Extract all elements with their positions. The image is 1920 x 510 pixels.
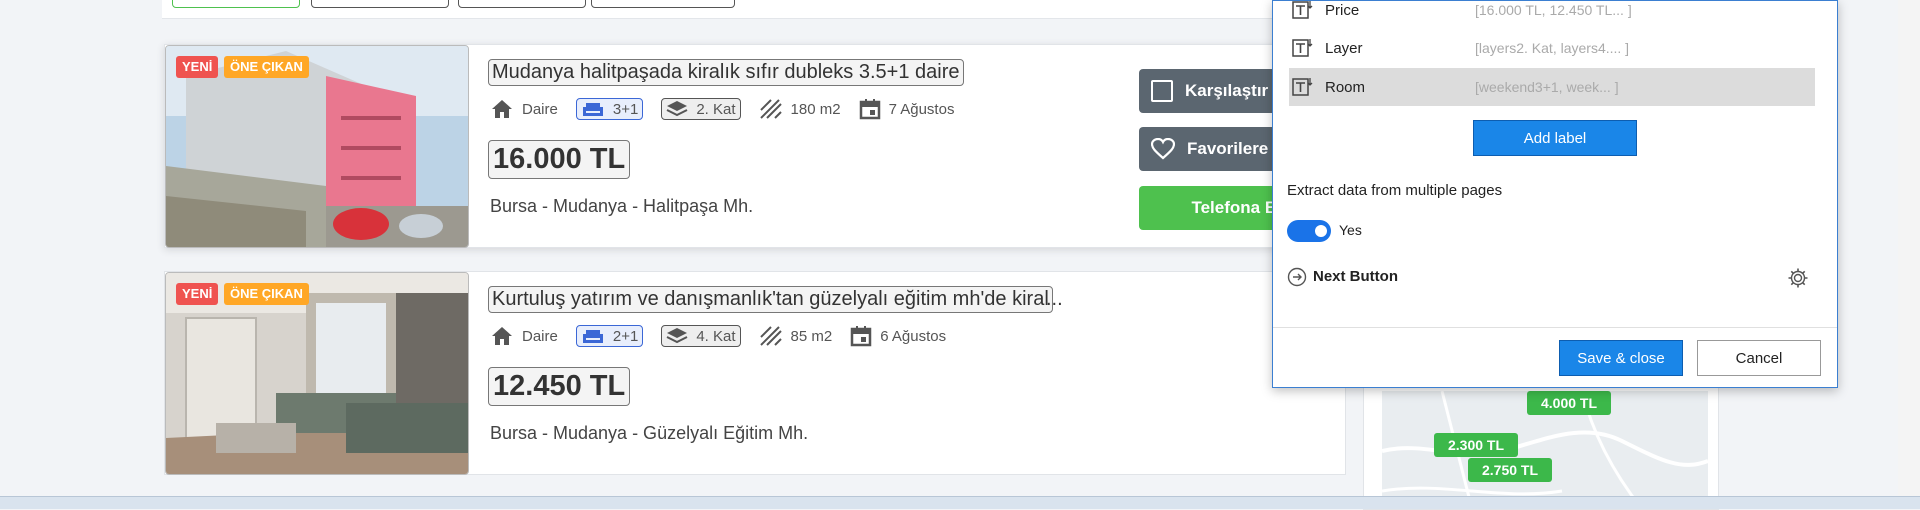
add-label-button[interactable]: Add label (1473, 120, 1637, 156)
map-panel[interactable]: 4.000 TL 2.300 TL 2.750 TL (1363, 385, 1719, 510)
filter-chip[interactable] (311, 0, 449, 8)
label-row-layer[interactable]: Layer [layers2. Kat, layers4.... ] (1289, 29, 1815, 67)
floor-chip: 2. Kat (661, 98, 741, 120)
listing-card[interactable]: YENİ ÖNE ÇIKAN Kurtuluş yatırım ve danış… (164, 271, 1346, 475)
sofa-icon (582, 103, 603, 116)
compare-label: Karşılaştır (1185, 81, 1269, 100)
area-icon (759, 99, 782, 119)
map-price-pin[interactable]: 2.750 TL (1468, 458, 1553, 482)
listing-photo[interactable]: YENİ ÖNE ÇIKAN (165, 45, 469, 248)
listing-photo[interactable]: YENİ ÖNE ÇIKAN (165, 272, 469, 475)
layers-icon (666, 328, 688, 344)
listing-meta: Daire 3+1 2. Kat 180 m2 7 Ağustos (490, 98, 964, 120)
new-badge: YENİ (176, 283, 219, 305)
listing-title[interactable]: Kurtuluş yatırım ve danışmanlık'tan güze… (488, 286, 1053, 313)
gear-icon[interactable] (1787, 267, 1809, 289)
multi-page-heading: Extract data from multiple pages (1287, 182, 1503, 199)
featured-badge: ÖNE ÇIKAN (224, 56, 309, 78)
map-price-pin[interactable]: 4.000 TL (1527, 391, 1612, 415)
label-extraction-dialog: Price [16.000 TL, 12.450 TL... ] Layer [… (1272, 0, 1838, 388)
page-scrollbar[interactable] (1898, 0, 1920, 508)
dialog-divider (1273, 327, 1837, 328)
floor-value: 4. Kat (696, 327, 736, 345)
cancel-button[interactable]: Cancel (1697, 340, 1821, 376)
next-button-label[interactable]: Next Button (1313, 268, 1398, 285)
text-field-icon (1292, 39, 1313, 57)
save-close-button[interactable]: Save & close (1559, 340, 1683, 376)
home-icon (492, 100, 512, 118)
filter-chip[interactable] (458, 0, 586, 8)
rooms-chip: 2+1 (575, 325, 644, 347)
rooms-value: 3+1 (612, 100, 639, 118)
text-field-icon (1292, 78, 1313, 96)
listing-location: Bursa - Mudanya - Halitpaşa Mh. (490, 196, 754, 216)
listing-meta: Daire 2+1 4. Kat 85 m2 6 Ağustos (490, 325, 956, 347)
listing-location: Bursa - Mudanya - Güzelyalı Eğitim Mh. (490, 423, 809, 443)
area-value: 85 m2 (790, 327, 833, 345)
label-row-price[interactable]: Price [16.000 TL, 12.450 TL... ] (1289, 0, 1815, 29)
calendar-icon (859, 99, 880, 120)
home-icon (492, 327, 512, 345)
filter-chip[interactable] (591, 0, 735, 8)
listing-title[interactable]: Mudanya halitpaşada kiralık sıfır dublek… (488, 59, 964, 86)
floor-value: 2. Kat (696, 100, 736, 118)
label-values: [layers2. Kat, layers4.... ] (1475, 40, 1630, 56)
property-type: Daire (522, 100, 558, 118)
rooms-chip: 3+1 (575, 98, 644, 120)
date-value: 7 Ağustos (888, 100, 955, 118)
calendar-icon (850, 326, 872, 347)
area-icon (759, 326, 782, 346)
property-type: Daire (522, 327, 558, 345)
multi-page-toggle[interactable] (1287, 220, 1331, 242)
map-canvas[interactable]: 4.000 TL 2.300 TL 2.750 TL (1381, 390, 1709, 509)
listing-title-ellipsis: ... (1046, 288, 1063, 310)
label-name: Price (1325, 1, 1360, 19)
listing-card[interactable]: YENİ ÖNE ÇIKAN Mudanya halitpaşada kiral… (164, 44, 1346, 248)
favorites-label: Favorilere (1187, 139, 1269, 158)
toggle-label: Yes (1339, 222, 1362, 238)
label-name: Layer (1325, 39, 1363, 57)
listing-price: 12.450 TL (488, 367, 631, 406)
label-row-room[interactable]: Room [weekend3+1, week... ] (1289, 68, 1815, 106)
layers-icon (666, 101, 688, 117)
filter-chip[interactable] (172, 0, 300, 8)
floor-chip: 4. Kat (661, 325, 741, 347)
label-values: [weekend3+1, week... ] (1475, 79, 1619, 95)
sofa-icon (582, 330, 603, 343)
rooms-value: 2+1 (612, 327, 639, 345)
label-name: Room (1325, 78, 1366, 96)
map-price-pin[interactable]: 2.300 TL (1434, 433, 1519, 457)
featured-badge: ÖNE ÇIKAN (224, 283, 309, 305)
heart-icon (1151, 138, 1175, 160)
taskbar (0, 496, 1920, 509)
checkbox-icon (1151, 80, 1173, 102)
label-values: [16.000 TL, 12.450 TL... ] (1475, 2, 1632, 18)
text-field-icon (1292, 1, 1313, 19)
date-value: 6 Ağustos (880, 327, 947, 345)
area-value: 180 m2 (790, 100, 841, 118)
arrow-right-circle-icon (1287, 267, 1307, 287)
new-badge: YENİ (176, 56, 219, 78)
listing-price: 16.000 TL (488, 140, 631, 179)
